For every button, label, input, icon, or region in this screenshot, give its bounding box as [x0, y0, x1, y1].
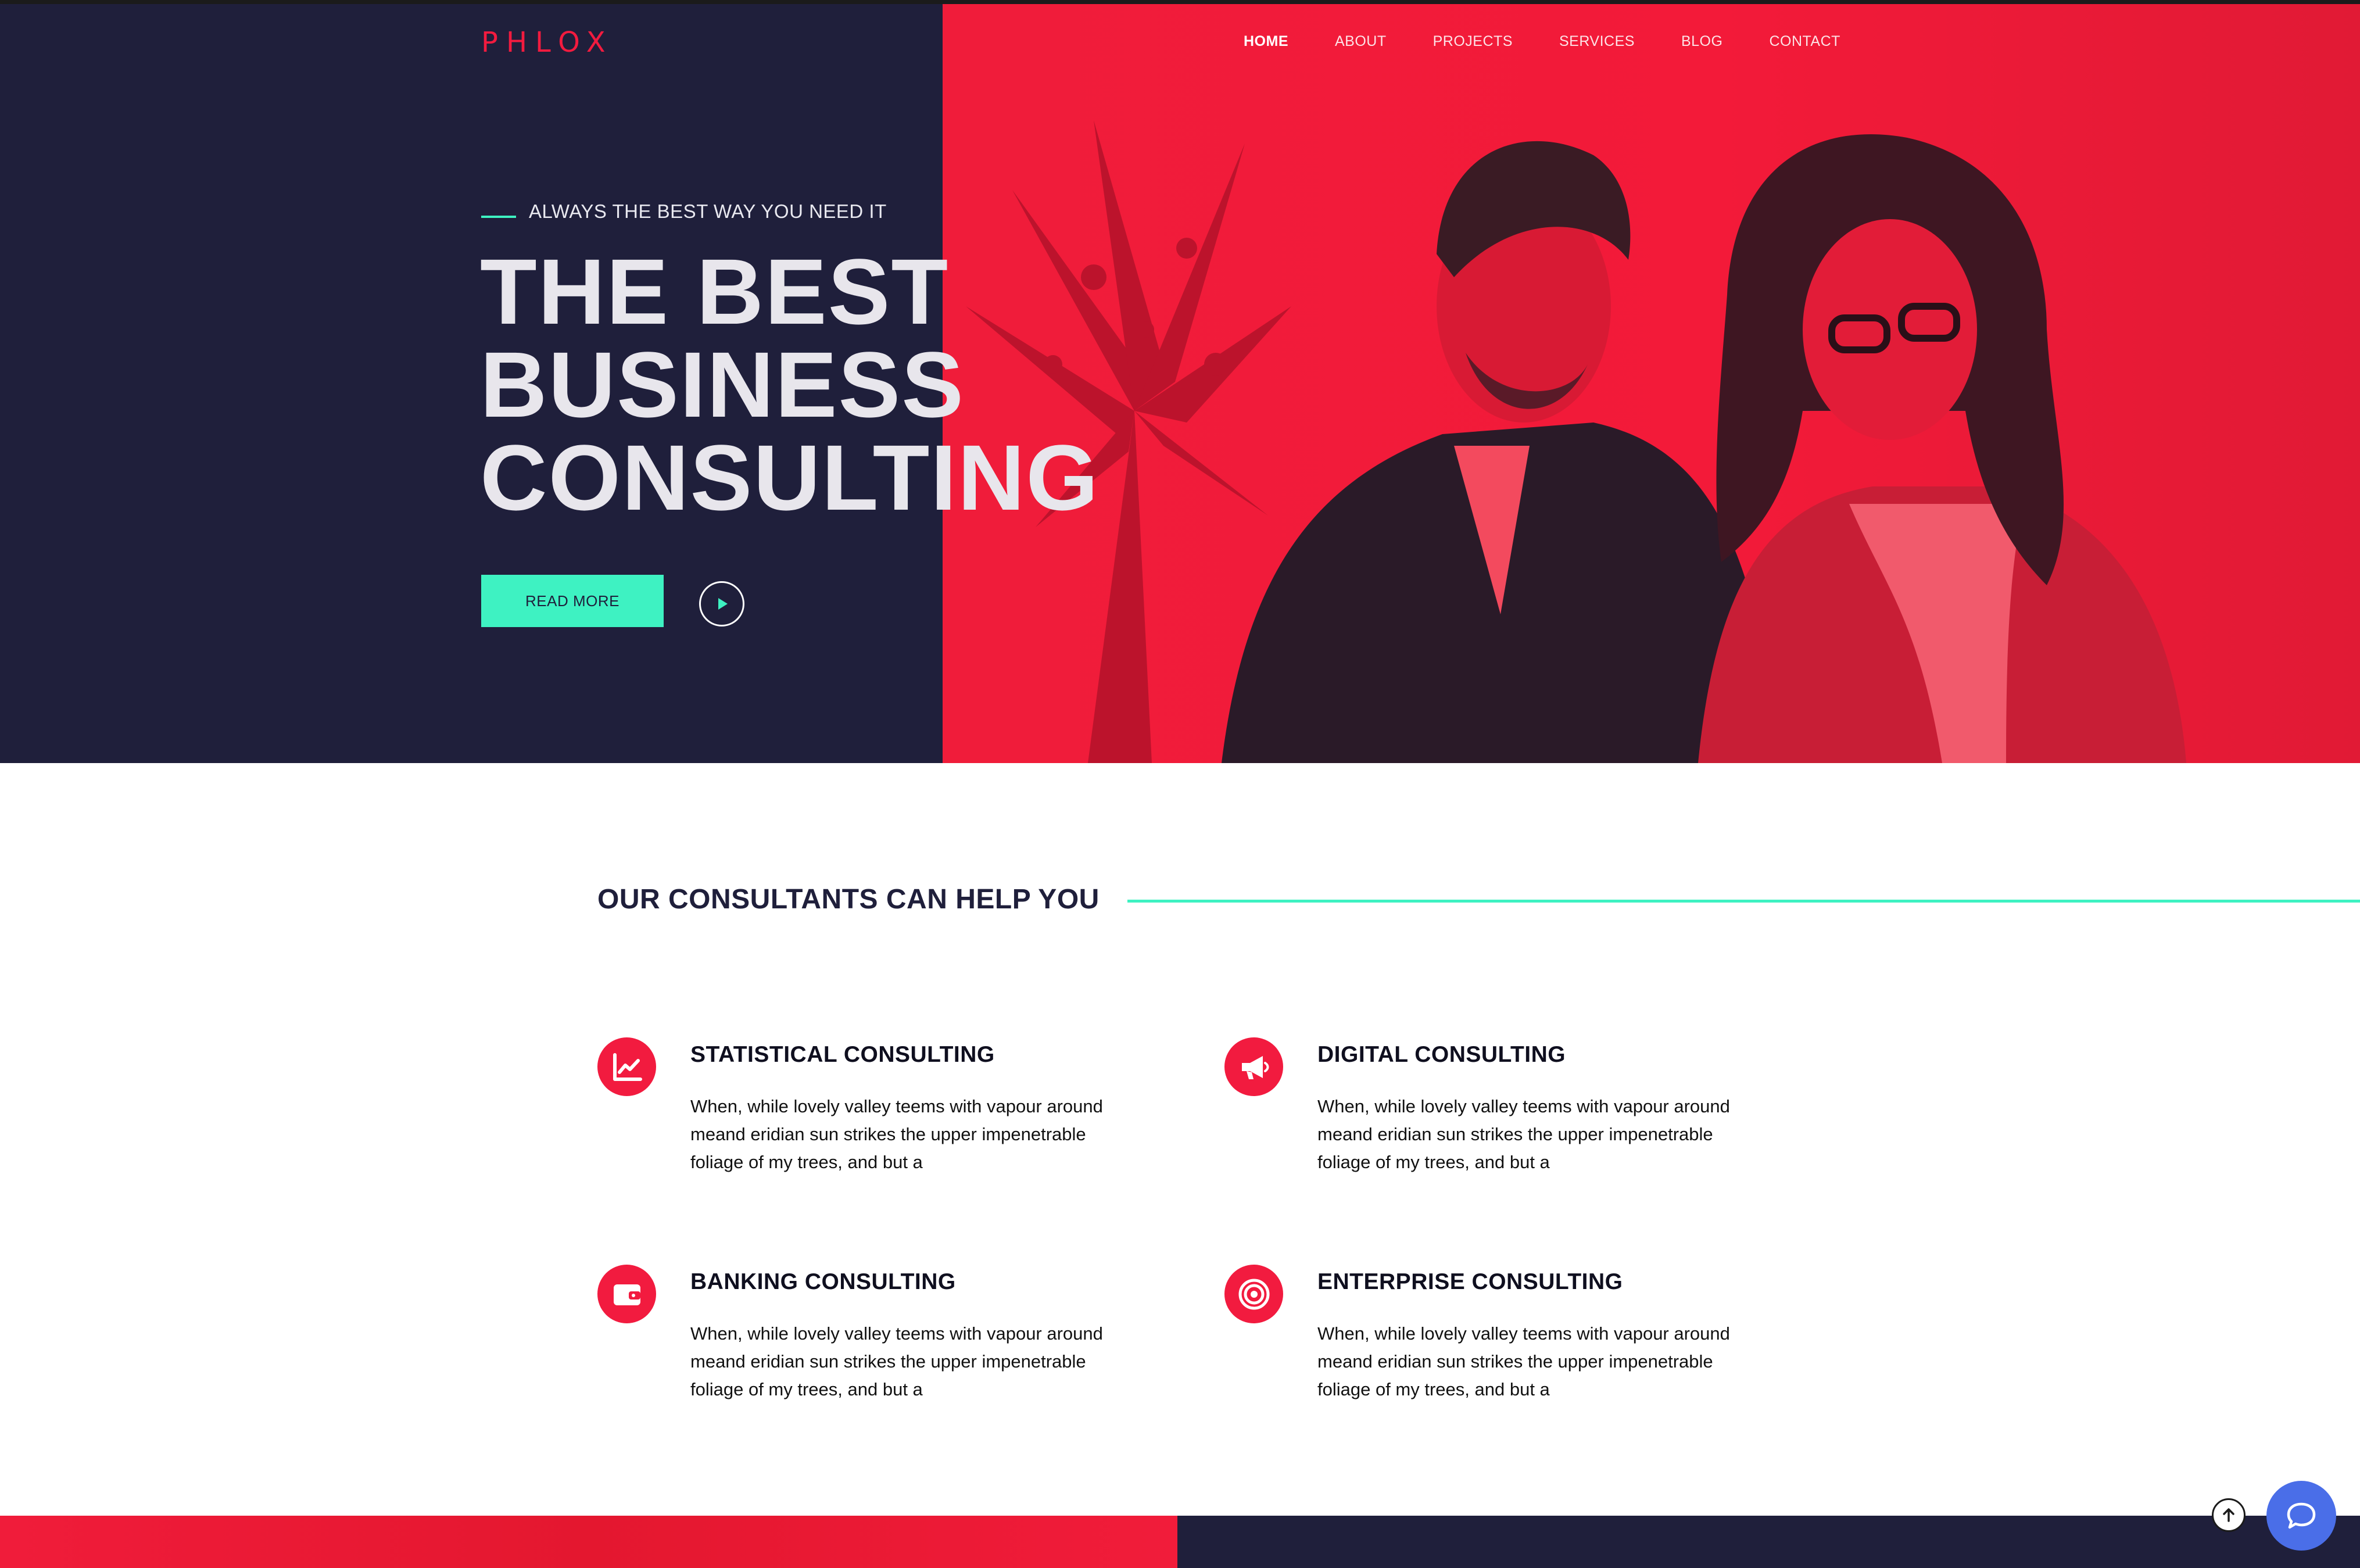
service-title[interactable]: ENTERPRISE CONSULTING — [1317, 1269, 1623, 1295]
service-title[interactable]: DIGITAL CONSULTING — [1317, 1042, 1566, 1068]
eyebrow-text: ALWAYS THE BEST WAY YOU NEED IT — [529, 201, 887, 222]
wallet-icon — [597, 1265, 656, 1323]
main-nav: HOME ABOUT PROJECTS SERVICES BLOG CONTAC… — [1244, 4, 1887, 68]
nav-item-services[interactable]: SERVICES — [1559, 4, 1635, 68]
chat-button[interactable] — [2266, 1481, 2336, 1551]
nav-item-about[interactable]: ABOUT — [1335, 4, 1387, 68]
service-title[interactable]: BANKING CONSULTING — [690, 1269, 956, 1295]
play-video-button[interactable] — [699, 581, 744, 627]
service-description: When, while lovely valley teems with vap… — [1317, 1096, 1730, 1172]
service-banking: BANKING CONSULTING When, while lovely va… — [597, 1265, 1149, 1416]
nav-item-blog[interactable]: BLOG — [1681, 4, 1722, 68]
hero-title: THE BEST BUSINESS CONSULTING — [480, 245, 1294, 524]
chart-line-icon — [597, 1037, 656, 1096]
target-icon — [1224, 1265, 1283, 1323]
service-description: When, while lovely valley teems with vap… — [690, 1096, 1103, 1172]
brand-logo[interactable]: PHLOX — [481, 26, 614, 59]
next-section-dark-panel — [1177, 1516, 2360, 1568]
service-digital: DIGITAL CONSULTING When, while lovely va… — [1224, 1037, 1777, 1188]
hero-title-line-3: CONSULTING — [480, 425, 1100, 529]
hero-title-line-1: THE BEST — [480, 239, 950, 343]
service-description: When, while lovely valley teems with vap… — [690, 1323, 1103, 1399]
eyebrow-accent-line — [481, 216, 516, 218]
services-heading: OUR CONSULTANTS CAN HELP YOU — [597, 884, 1100, 915]
next-section-photo — [0, 1516, 1177, 1568]
read-more-button[interactable]: READ MORE — [481, 575, 664, 627]
service-title[interactable]: STATISTICAL CONSULTING — [690, 1042, 995, 1068]
browser-top-strip — [0, 0, 2360, 4]
nav-item-home[interactable]: HOME — [1244, 4, 1288, 68]
hero-eyebrow: ALWAYS THE BEST WAY YOU NEED IT — [481, 201, 887, 223]
service-statistical: STATISTICAL CONSULTING When, while lovel… — [597, 1037, 1149, 1188]
megaphone-icon — [1224, 1037, 1283, 1096]
arrow-up-icon — [2223, 1508, 2234, 1522]
service-enterprise: ENTERPRISE CONSULTING When, while lovely… — [1224, 1265, 1777, 1416]
page: PHLOX HOME ABOUT PROJECTS SERVICES BLOG … — [0, 0, 2360, 1568]
service-description: When, while lovely valley teems with vap… — [1317, 1323, 1730, 1399]
nav-item-projects[interactable]: PROJECTS — [1433, 4, 1513, 68]
hero-section: PHLOX HOME ABOUT PROJECTS SERVICES BLOG … — [0, 4, 2360, 763]
chat-bubble-icon — [2287, 1502, 2316, 1529]
scroll-to-top-button[interactable] — [2212, 1498, 2246, 1532]
hero-title-line-2: BUSINESS — [480, 332, 965, 436]
nav-item-contact[interactable]: CONTACT — [1769, 4, 1840, 68]
play-icon — [718, 598, 728, 610]
services-heading-line — [1127, 900, 2360, 903]
